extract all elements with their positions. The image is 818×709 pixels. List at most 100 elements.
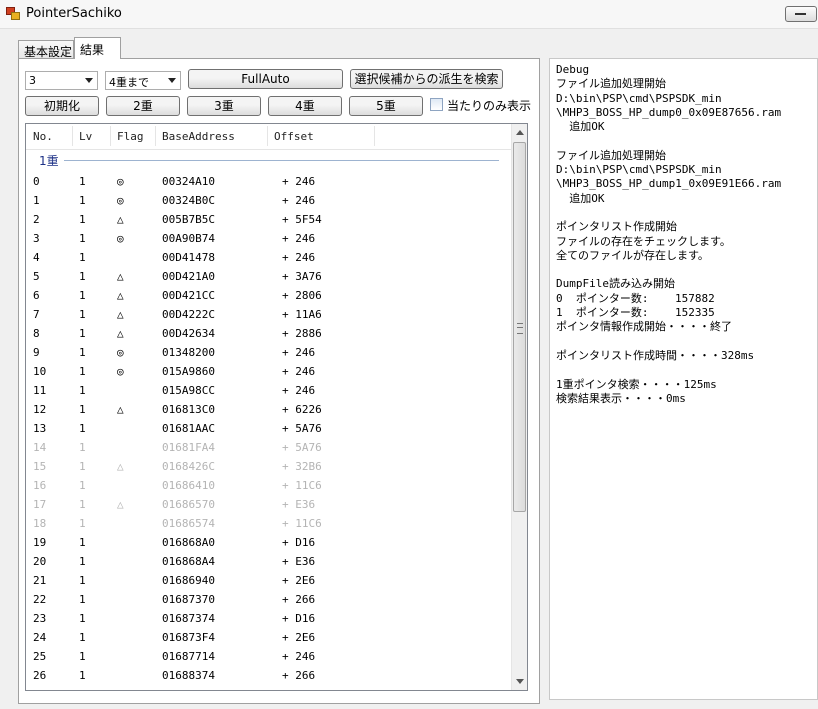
table-row[interactable]: 16 1 01686410 + 11C6 (26, 477, 511, 496)
table-row[interactable]: 18 1 01686574 + 11C6 (26, 515, 511, 534)
grip-icon (517, 323, 523, 334)
cell-offset: + 246 (282, 365, 316, 378)
column-header-flag[interactable]: Flag (117, 130, 144, 143)
table-row[interactable]: 6 1 △ 00D421CC + 2806 (26, 287, 511, 306)
tab-basic-settings[interactable]: 基本設定 (18, 40, 74, 59)
table-row[interactable]: 3 1 ◎ 00A90B74 + 246 (26, 230, 511, 249)
cell-no: 18 (33, 517, 47, 530)
scroll-up-icon[interactable] (516, 130, 524, 135)
table-row[interactable]: 14 1 01681FA4 + 5A76 (26, 439, 511, 458)
table-row[interactable]: 8 1 △ 00D42634 + 2886 (26, 325, 511, 344)
cell-lv: 1 (79, 631, 86, 644)
column-header-no[interactable]: No. (33, 130, 53, 143)
group-divider (64, 160, 499, 161)
table-row[interactable]: 21 1 01686940 + 2E6 (26, 572, 511, 591)
table-row[interactable]: 2 1 △ 005B7B5C + 5F54 (26, 211, 511, 230)
cell-base: 005B7B5C (162, 213, 215, 226)
cell-base: 01681AAC (162, 422, 215, 435)
cell-lv: 1 (79, 403, 86, 416)
cell-lv: 1 (79, 194, 86, 207)
debug-line: Debug (556, 63, 590, 76)
cell-flag: △ (117, 327, 124, 340)
cell-lv: 1 (79, 308, 86, 321)
table-row[interactable]: 13 1 01681AAC + 5A76 (26, 420, 511, 439)
cell-no: 19 (33, 536, 47, 549)
level-5-button[interactable]: 5重 (349, 96, 423, 116)
cell-base: 00D41478 (162, 251, 215, 264)
table-row[interactable]: 22 1 01687370 + 266 (26, 591, 511, 610)
debug-line: DumpFile読み込み開始 (556, 277, 675, 291)
list-header: No. Lv Flag BaseAddress Offset (26, 124, 511, 150)
depth-select[interactable]: 4重まで (105, 71, 181, 90)
title-bar: PointerSachiko (0, 0, 818, 29)
table-row[interactable]: 5 1 △ 00D421A0 + 3A76 (26, 268, 511, 287)
window-title: PointerSachiko (26, 6, 122, 21)
debug-line: 検索結果表示・・・・0ms (556, 391, 686, 405)
table-row[interactable]: 12 1 △ 016813C0 + 6226 (26, 401, 511, 420)
table-row[interactable]: 17 1 △ 01686570 + E36 (26, 496, 511, 515)
table-row[interactable]: 15 1 △ 0168426C + 32B6 (26, 458, 511, 477)
table-row[interactable]: 7 1 △ 00D4222C + 11A6 (26, 306, 511, 325)
cell-no: 2 (33, 213, 40, 226)
scroll-down-icon[interactable] (516, 679, 524, 684)
table-row[interactable]: 24 1 016873F4 + 2E6 (26, 629, 511, 648)
table-row[interactable]: 10 1 ◎ 015A9860 + 246 (26, 363, 511, 382)
debug-log[interactable]: Debug ファイル追加処理開始 D:\bin\PSP\cmd\PSPSDK_min… (549, 58, 818, 700)
debug-line: D:\bin\PSP\cmd\PSPSDK_min (556, 91, 722, 105)
init-button[interactable]: 初期化 (25, 96, 99, 116)
cell-no: 25 (33, 650, 47, 663)
level-select[interactable]: 3 (25, 71, 98, 90)
column-header-lv[interactable]: Lv (79, 130, 92, 143)
cell-base: 016813C0 (162, 403, 215, 416)
app-icon (6, 7, 20, 20)
column-header-offset[interactable]: Offset (274, 130, 314, 143)
group-header: 1重 (39, 154, 59, 168)
cell-base: 0168426C (162, 460, 215, 473)
results-list[interactable]: No. Lv Flag BaseAddress Offset 1重 0 1 ◎ 003… (25, 123, 528, 691)
minimize-button[interactable] (785, 6, 817, 22)
table-row[interactable]: 25 1 01687714 + 246 (26, 648, 511, 667)
cell-base: 01686410 (162, 479, 215, 492)
table-row[interactable]: 20 1 016868A4 + E36 (26, 553, 511, 572)
column-header-base-address[interactable]: BaseAddress (162, 130, 235, 143)
level-3-button[interactable]: 3重 (187, 96, 261, 116)
table-row[interactable]: 23 1 01687374 + D16 (26, 610, 511, 629)
table-row[interactable]: 11 1 015A98CC + 246 (26, 382, 511, 401)
cell-offset: + 246 (282, 175, 316, 188)
table-row[interactable]: 4 1 00D41478 + 246 (26, 249, 511, 268)
depth-select-value: 4重まで (109, 76, 149, 89)
table-row[interactable]: 26 1 01688374 + 266 (26, 667, 511, 686)
cell-lv: 1 (79, 346, 86, 359)
cell-lv: 1 (79, 441, 86, 454)
fullauto-button[interactable]: FullAuto (188, 69, 343, 89)
cell-lv: 1 (79, 669, 86, 682)
debug-line: 1重ポインタ検索・・・・125ms (556, 377, 717, 391)
cell-lv: 1 (79, 270, 86, 283)
cell-base: 00D421A0 (162, 270, 215, 283)
scroll-thumb[interactable] (513, 142, 526, 512)
cell-base: 00324A10 (162, 175, 215, 188)
cell-offset: + 6226 (282, 403, 322, 416)
cell-offset: + 11C6 (282, 517, 322, 530)
tab-results[interactable]: 結果 (74, 37, 121, 59)
level-4-button[interactable]: 4重 (268, 96, 342, 116)
cell-offset: + 5A76 (282, 422, 322, 435)
search-derived-button[interactable]: 選択候補からの派生を検索 (350, 69, 503, 89)
table-row[interactable]: 1 1 ◎ 00324B0C + 246 (26, 192, 511, 211)
level-2-button[interactable]: 2重 (106, 96, 180, 116)
table-row[interactable]: 19 1 016868A0 + D16 (26, 534, 511, 553)
cell-flag: ◎ (117, 232, 124, 245)
vertical-scrollbar[interactable] (511, 124, 527, 690)
cell-flag: △ (117, 498, 124, 511)
debug-line: 0 ポインター数: 157882 (556, 291, 715, 305)
cell-flag: △ (117, 270, 124, 283)
list-rows: 0 1 ◎ 00324A10 + 246 1 1 ◎ 00324B0C + 246 2 1 △ 005B7… (26, 173, 511, 686)
cell-flag: △ (117, 308, 124, 321)
cell-offset: + 246 (282, 251, 316, 264)
cell-no: 12 (33, 403, 47, 416)
debug-line (556, 335, 817, 349)
debug-line: D:\bin\PSP\cmd\PSPSDK_min (556, 163, 722, 177)
table-row[interactable]: 0 1 ◎ 00324A10 + 246 (26, 173, 511, 192)
table-row[interactable]: 9 1 ◎ 01348200 + 246 (26, 344, 511, 363)
hits-only-checkbox[interactable] (430, 98, 443, 111)
